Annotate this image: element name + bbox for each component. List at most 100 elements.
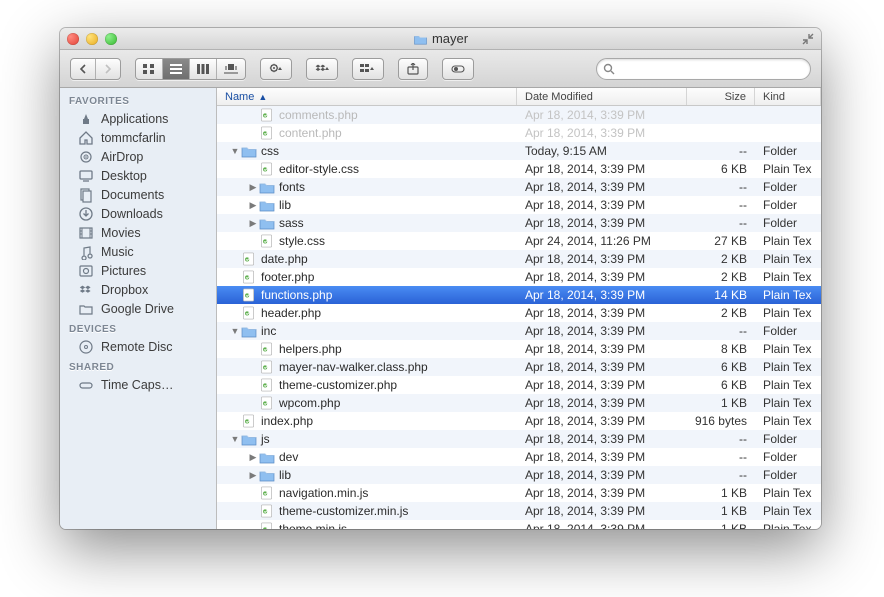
search-field[interactable] [596,58,811,80]
disclosure-triangle-icon[interactable]: ▼ [229,326,241,336]
disclosure-triangle-icon[interactable]: ▶ [247,452,259,463]
arrange-menu[interactable] [352,58,384,80]
file-size: 1 KB [687,504,755,518]
file-row-footer-php[interactable]: footer.phpApr 18, 2014, 3:39 PM2 KBPlain… [217,268,821,286]
back-button[interactable] [71,59,96,79]
close-button[interactable] [67,33,79,45]
file-kind: Plain Tex [755,270,821,284]
sidebar-item-dropbox[interactable]: Dropbox [60,280,216,299]
sidebar-item-label: Dropbox [101,283,148,297]
column-date-modified[interactable]: Date Modified [517,88,687,105]
action-menu[interactable] [260,58,292,80]
file-row-comments-php[interactable]: comments.phpApr 18, 2014, 3:39 PM [217,106,821,124]
disclosure-triangle-icon[interactable]: ▼ [229,434,241,444]
disclosure-triangle-icon[interactable]: ▶ [247,200,259,211]
file-row-editor-style-css[interactable]: editor-style.cssApr 18, 2014, 3:39 PM6 K… [217,160,821,178]
forward-button[interactable] [96,59,120,79]
file-size: 2 KB [687,270,755,284]
file-size: 6 KB [687,162,755,176]
folder-row-dev[interactable]: ▶devApr 18, 2014, 3:39 PM--Folder [217,448,821,466]
file-row-header-php[interactable]: header.phpApr 18, 2014, 3:39 PM2 KBPlain… [217,304,821,322]
file-size: 6 KB [687,378,755,392]
file-row-style-css[interactable]: style.cssApr 24, 2014, 11:26 PM27 KBPlai… [217,232,821,250]
file-size: 1 KB [687,396,755,410]
file-name: lib [279,198,291,212]
file-date-modified: Apr 18, 2014, 3:39 PM [517,108,687,122]
file-rows[interactable]: comments.phpApr 18, 2014, 3:39 PMcontent… [217,106,821,529]
view-list-button[interactable] [163,59,190,79]
sidebar-item-music[interactable]: Music [60,242,216,261]
file-row-mayer-nav-walker-class-php[interactable]: mayer-nav-walker.class.phpApr 18, 2014, … [217,358,821,376]
dropbox-menu[interactable] [306,58,338,80]
file-icon [259,360,275,374]
sidebar-item-label: Remote Disc [101,340,173,354]
folder-row-fonts[interactable]: ▶fontsApr 18, 2014, 3:39 PM--Folder [217,178,821,196]
file-name: fonts [279,180,305,194]
file-row-content-php[interactable]: content.phpApr 18, 2014, 3:39 PM [217,124,821,142]
disclosure-triangle-icon[interactable]: ▶ [247,182,259,193]
folder-icon [259,198,275,212]
quicklook-button[interactable] [442,58,474,80]
file-row-helpers-php[interactable]: helpers.phpApr 18, 2014, 3:39 PM8 KBPlai… [217,340,821,358]
fullscreen-button[interactable] [801,32,815,46]
file-kind: Plain Tex [755,342,821,356]
file-kind: Folder [755,216,821,230]
view-coverflow-button[interactable] [217,59,245,79]
folder-row-sass[interactable]: ▶sassApr 18, 2014, 3:39 PM--Folder [217,214,821,232]
sidebar-item-applications[interactable]: Applications [60,109,216,128]
file-date-modified: Today, 9:15 AM [517,144,687,158]
search-input[interactable] [619,62,804,76]
disclosure-triangle-icon[interactable]: ▼ [229,146,241,156]
file-name: content.php [279,126,342,140]
sidebar-item-label: Music [101,245,134,259]
file-name: css [261,144,279,158]
folder-row-js[interactable]: ▼jsApr 18, 2014, 3:39 PM--Folder [217,430,821,448]
column-kind[interactable]: Kind [755,88,821,105]
share-button[interactable] [398,58,428,80]
sidebar-item-documents[interactable]: Documents [60,185,216,204]
file-row-theme-customizer-min-js[interactable]: theme-customizer.min.jsApr 18, 2014, 3:3… [217,502,821,520]
file-row-date-php[interactable]: date.phpApr 18, 2014, 3:39 PM2 KBPlain T… [217,250,821,268]
column-headers: Name ▲ Date Modified Size Kind [217,88,821,106]
file-size: -- [687,198,755,212]
folder-row-lib[interactable]: ▶libApr 18, 2014, 3:39 PM--Folder [217,466,821,484]
zoom-button[interactable] [105,33,117,45]
file-row-theme-min-js[interactable]: theme.min.jsApr 18, 2014, 3:39 PM1 KBPla… [217,520,821,529]
file-row-index-php[interactable]: index.phpApr 18, 2014, 3:39 PM916 bytesP… [217,412,821,430]
view-columns-button[interactable] [190,59,217,79]
titlebar[interactable]: mayer [60,28,821,50]
sidebar-item-time-caps-[interactable]: Time Caps… [60,375,216,394]
folder-icon [259,468,275,482]
disclosure-triangle-icon[interactable]: ▶ [247,218,259,229]
file-name: index.php [261,414,313,428]
folder-row-inc[interactable]: ▼incApr 18, 2014, 3:39 PM--Folder [217,322,821,340]
file-icon [241,288,257,302]
file-row-functions-php[interactable]: functions.phpApr 18, 2014, 3:39 PM14 KBP… [217,286,821,304]
file-name: helpers.php [279,342,342,356]
sidebar-section-shared: SHARED [60,356,216,375]
sidebar-item-pictures[interactable]: Pictures [60,261,216,280]
sidebar-item-google-drive[interactable]: Google Drive [60,299,216,318]
view-icons-button[interactable] [136,59,163,79]
file-name: wpcom.php [279,396,340,410]
file-name: sass [279,216,304,230]
folder-icon [259,450,275,464]
folder-row-css[interactable]: ▼cssToday, 9:15 AM--Folder [217,142,821,160]
disclosure-triangle-icon[interactable]: ▶ [247,470,259,481]
file-size: -- [687,180,755,194]
folder-row-lib[interactable]: ▶libApr 18, 2014, 3:39 PM--Folder [217,196,821,214]
column-size[interactable]: Size [687,88,755,105]
sidebar-item-downloads[interactable]: Downloads [60,204,216,223]
column-name[interactable]: Name ▲ [217,88,517,105]
sidebar-item-desktop[interactable]: Desktop [60,166,216,185]
sidebar-item-tommcfarlin[interactable]: tommcfarlin [60,128,216,147]
file-row-navigation-min-js[interactable]: navigation.min.jsApr 18, 2014, 3:39 PM1 … [217,484,821,502]
sidebar-item-remote-disc[interactable]: Remote Disc [60,337,216,356]
sidebar-item-movies[interactable]: Movies [60,223,216,242]
file-date-modified: Apr 18, 2014, 3:39 PM [517,162,687,176]
sidebar-item-airdrop[interactable]: AirDrop [60,147,216,166]
file-row-theme-customizer-php[interactable]: theme-customizer.phpApr 18, 2014, 3:39 P… [217,376,821,394]
minimize-button[interactable] [86,33,98,45]
file-kind: Plain Tex [755,414,821,428]
file-row-wpcom-php[interactable]: wpcom.phpApr 18, 2014, 3:39 PM1 KBPlain … [217,394,821,412]
